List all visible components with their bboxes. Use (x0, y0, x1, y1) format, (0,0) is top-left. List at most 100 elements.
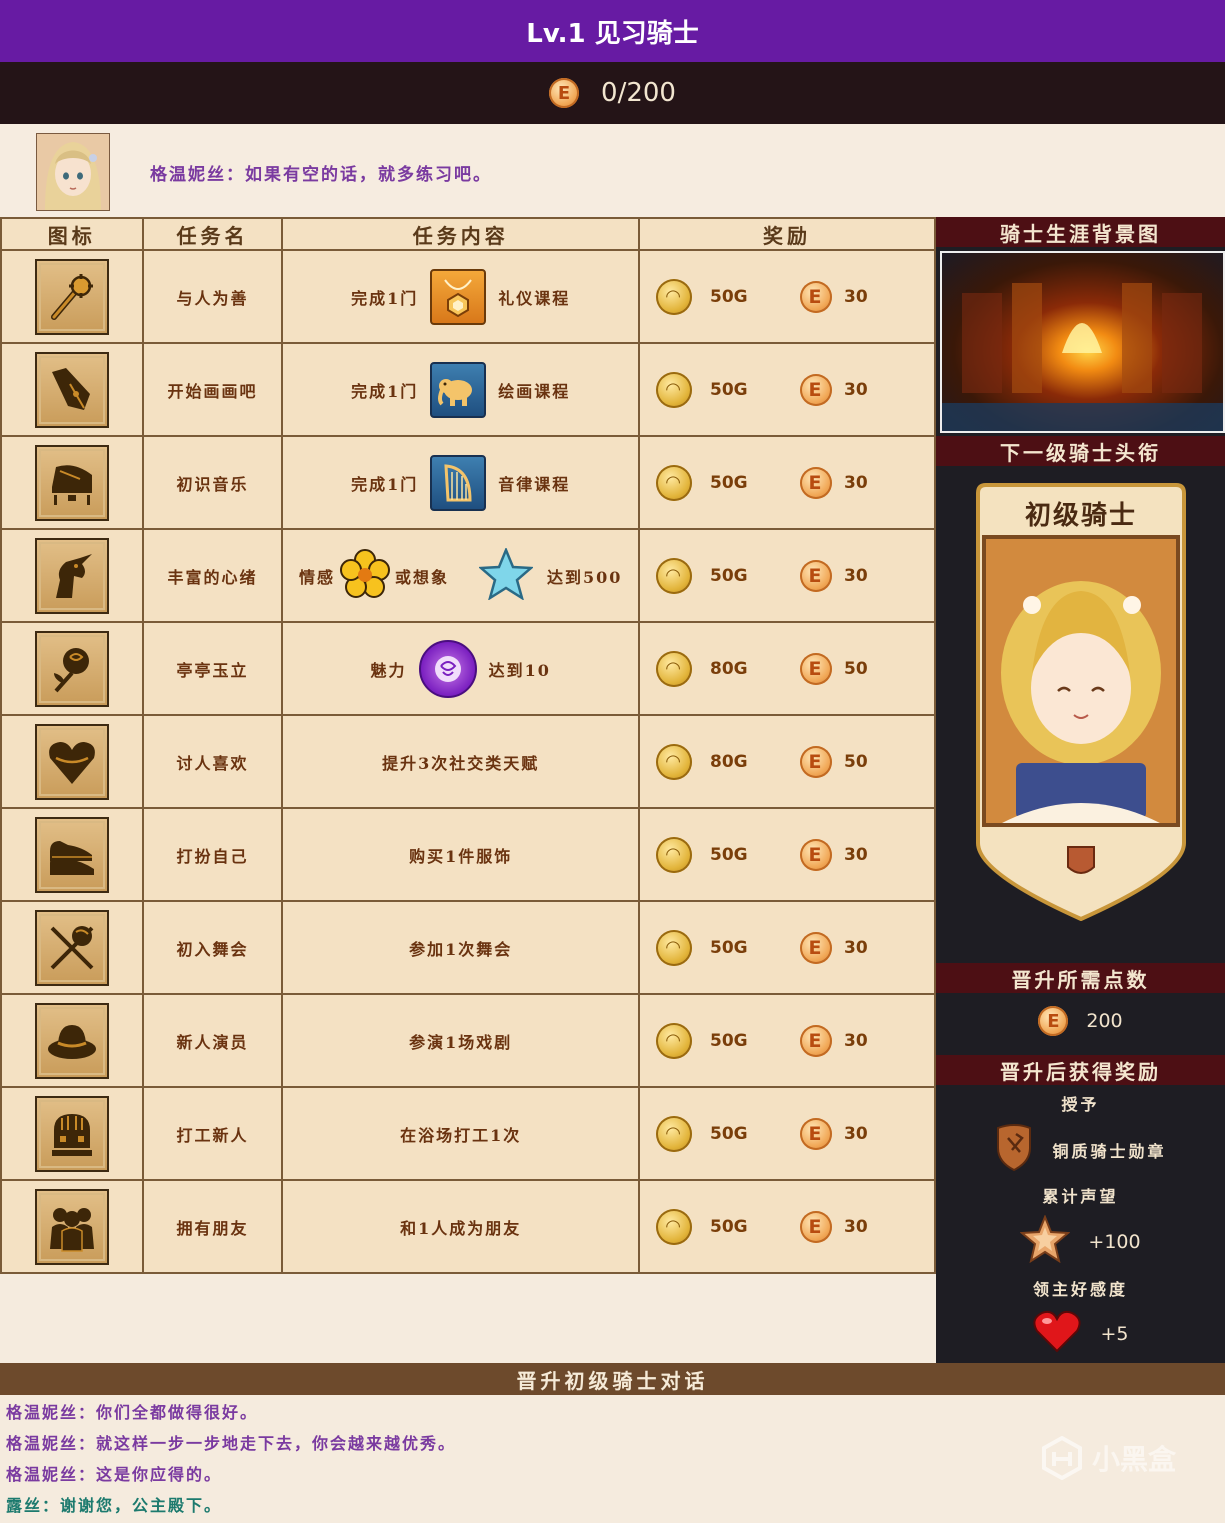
dialog-line: 格温妮丝：就这样一步一步地走下去，你会越来越优秀。 (6, 1434, 457, 1453)
points-bar: E 0/200 (0, 62, 1225, 124)
heart-icon (34, 723, 109, 800)
reward-points: 50 (843, 751, 868, 772)
task-content-target: 达到500 (547, 567, 623, 587)
table-row[interactable]: 打工新人 在浴场打工1次 ◠ 50G E 30 (0, 1086, 937, 1181)
task-content: 在浴场打工1次 (281, 1086, 640, 1181)
task-content: 购买1件服饰 (281, 807, 640, 902)
task-content-post: 绘画课程 (498, 381, 571, 401)
gold-coin-icon: ◠ (655, 836, 692, 873)
reward-gold: 50G (709, 565, 748, 586)
bronze-medal-icon (994, 1122, 1034, 1177)
gold-coin-icon: ◠ (655, 464, 692, 501)
table-row[interactable]: 讨人喜欢 提升3次社交类天赋 ◠ 80G E 50 (0, 714, 937, 809)
reward-gold: 50G (709, 1123, 748, 1144)
reward-points: 30 (843, 379, 868, 400)
hat-icon (34, 1002, 109, 1079)
knight-point-icon: E (799, 373, 832, 406)
required-points-heading: 晋升所需点数 (936, 963, 1225, 993)
task-content: 提升3次社交类天赋 (281, 714, 640, 809)
task-name: 初入舞会 (141, 900, 284, 995)
task-name: 讨人喜欢 (141, 714, 284, 809)
gold-coin-icon: ◠ (655, 371, 692, 408)
reward-gold: 50G (709, 1216, 748, 1237)
reward-gold: 50G (709, 472, 748, 493)
favor-label: 领主好感度 (1032, 1280, 1128, 1299)
reward-gold: 50G (709, 286, 748, 307)
table-row[interactable]: 初入舞会 参加1次舞会 ◠ 50G E 30 (0, 900, 937, 995)
elephant-course-badge (430, 361, 487, 418)
gold-coin-icon: ◠ (655, 1022, 692, 1059)
task-name: 拥有朋友 (141, 1179, 284, 1274)
table-row[interactable]: 丰富的心绪 情感 或想象 达到500 ◠ 50G E 30 (0, 528, 937, 623)
task-name: 丰富的心绪 (141, 528, 284, 623)
watermark: 小黑盒 (1040, 1436, 1176, 1480)
gold-coin-icon: ◠ (655, 650, 692, 687)
reward-points: 30 (843, 1123, 868, 1144)
task-name: 与人为善 (141, 249, 284, 344)
task-name: 开始画画吧 (141, 342, 284, 437)
gold-coin-icon: ◠ (655, 1115, 692, 1152)
friends-icon (34, 1188, 109, 1265)
medal-name: 铜质骑士勋章 (1052, 1141, 1167, 1161)
knight-point-icon: E (799, 1024, 832, 1057)
table-row[interactable]: 初识音乐 完成1门 音律课程 ◠ 50G E 30 (0, 435, 937, 530)
top-dialog: 格温妮丝：如果有空的话，就多练习吧。 (0, 124, 1225, 217)
favor-row: +5 (936, 1309, 1225, 1358)
rose-icon (34, 630, 109, 707)
harp-course-badge (430, 454, 487, 511)
knight-point-icon: E (799, 1117, 832, 1150)
charm-rose-badge (418, 639, 477, 698)
task-content: 参演1场戏剧 (281, 993, 640, 1088)
next-title-heading: 下一级骑士头衔 (936, 436, 1225, 466)
task-content: 参加1次舞会 (281, 900, 640, 995)
fountain-pen-icon (34, 351, 109, 428)
task-table: 图标 任务名 任务内容 奖励 与人为善 完成1门 礼仪课程 ◠ 50G E 30… (0, 217, 937, 1274)
next-title-name: 初级骑士 (1024, 501, 1137, 531)
knight-point-icon: E (799, 838, 832, 871)
knight-point-icon: E (799, 559, 832, 592)
watermark-text: 小黑盒 (1092, 1443, 1177, 1476)
task-name: 亭亭玉立 (141, 621, 284, 716)
table-row[interactable]: 打扮自己 购买1件服饰 ◠ 50G E 30 (0, 807, 937, 902)
shoes-icon (34, 816, 109, 893)
gold-coin-icon: ◠ (655, 1208, 692, 1245)
task-content-emotion: 情感 (298, 567, 335, 587)
table-row[interactable]: 亭亭玉立 魅力 达到10 ◠ 80G E 50 (0, 621, 937, 716)
gold-coin-icon: ◠ (655, 929, 692, 966)
column-header-name: 任务名 (141, 217, 284, 251)
points-progress: 0/200 (601, 78, 676, 108)
reward-points: 50 (843, 658, 868, 679)
table-row[interactable]: 开始画画吧 完成1门 绘画课程 ◠ 50G E 30 (0, 342, 937, 437)
mace-icon (34, 258, 109, 335)
emotion-flower-icon (339, 548, 391, 604)
gwyneth-avatar (36, 133, 110, 211)
knight-point-icon: E (799, 1210, 832, 1243)
knight-point-icon: E (799, 652, 832, 685)
piano-icon (34, 444, 109, 521)
task-content: 和1人成为朋友 (281, 1179, 640, 1274)
knight-point-icon: E (549, 78, 580, 108)
required-points-value: 200 (1086, 1010, 1123, 1032)
table-row[interactable]: 新人演员 参演1场戏剧 ◠ 50G E 30 (0, 993, 937, 1088)
reward-points: 30 (843, 565, 868, 586)
fame-row: +100 (936, 1214, 1225, 1268)
dialog-line: 露丝：谢谢您，公主殿下。 (6, 1496, 223, 1515)
reward-points: 30 (843, 1216, 868, 1237)
gold-coin-icon: ◠ (655, 278, 692, 315)
dialog-line: 格温妮丝：你们全都做得很好。 (6, 1403, 259, 1422)
heart-favor-icon (1032, 1309, 1082, 1358)
task-name: 打扮自己 (141, 807, 284, 902)
bg-image-heading: 骑士生涯背景图 (936, 217, 1225, 247)
reward-gold: 50G (709, 844, 748, 865)
dance-icon (34, 909, 109, 986)
table-row[interactable]: 与人为善 完成1门 礼仪课程 ◠ 50G E 30 (0, 249, 937, 344)
task-content-pre: 完成1门 (351, 288, 419, 308)
reward-points: 30 (843, 937, 868, 958)
gold-coin-icon: ◠ (655, 557, 692, 594)
table-row[interactable]: 拥有朋友 和1人成为朋友 ◠ 50G E 30 (0, 1179, 937, 1274)
knight-point-icon: E (799, 466, 832, 499)
top-dialog-line: 格温妮丝：如果有空的话，就多练习吧。 (150, 165, 492, 185)
task-content-pre: 完成1门 (351, 381, 419, 401)
favor-value: +5 (1100, 1322, 1129, 1345)
dialog-line: 格温妮丝：这是你应得的。 (6, 1465, 223, 1484)
